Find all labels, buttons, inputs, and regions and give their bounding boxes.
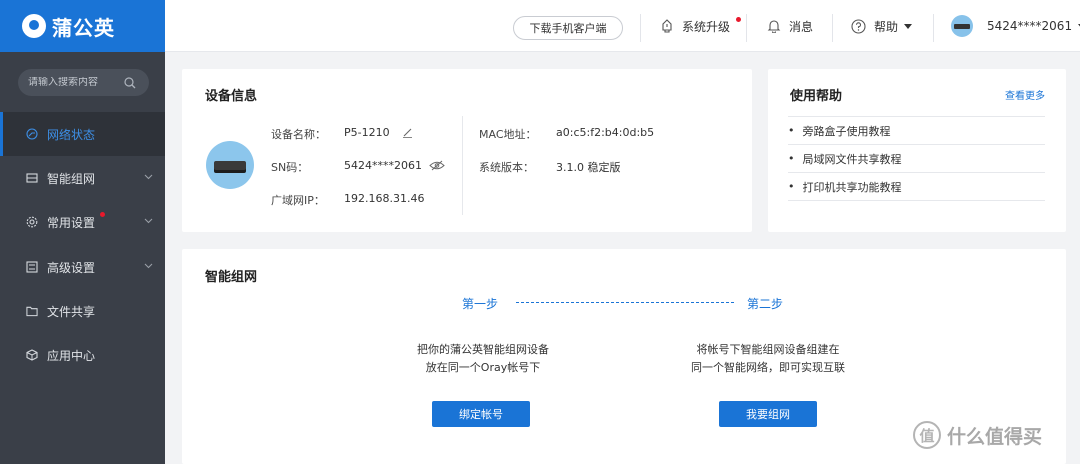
device-name-label: 设备名称： [271,128,326,141]
device-image [206,141,254,189]
version-value: 3.1.0 稳定版 [556,161,621,174]
smart-network-title: 智能组网 [205,270,258,285]
version-label: 系统版本： [479,161,534,174]
device-info-card: 设备信息 设备名称： P5-1210 SN码： 5424****2061 广域网… [182,69,752,232]
divider [746,14,747,42]
help-title: 使用帮助 [790,89,843,104]
sidebar-item-app-center[interactable]: 应用中心 [0,333,165,377]
help-label: 帮助 [874,19,899,34]
top-bar: 下载手机客户端 系统升级 消息 帮助 5424****2061 [165,0,1080,52]
chevron-down-icon [144,263,153,269]
sn-value: 5424****2061 [344,159,422,172]
upgrade-label: 系统升级 [682,19,731,34]
step-one-label: 第一步 [462,297,499,311]
sidebar-item-label: 常用设置 [47,215,96,230]
divider [462,116,463,215]
avatar [951,15,973,37]
user-account-label: 5424****2061 [987,19,1073,33]
user-menu-button[interactable]: 5424****2061 [951,0,1080,52]
help-card: 使用帮助 查看更多 旁路盒子使用教程 局域网文件共享教程 打印机共享功能教程 [768,69,1066,232]
help-link-lan-file-sharing[interactable]: 局域网文件共享教程 [788,145,1045,173]
messages-button[interactable]: 消息 [767,0,813,52]
brand-logo[interactable]: 蒲公英 [0,0,165,52]
eye-hidden-icon[interactable] [429,160,445,171]
step-two-line-2: 同一个智能网络，即可实现互联 [691,361,845,374]
wan-ip-value: 192.168.31.46 [344,192,425,205]
upgrade-icon [662,19,672,33]
sidebar-item-label: 应用中心 [47,348,96,363]
bind-account-button[interactable]: 绑定帐号 [432,401,530,427]
chevron-down-icon [904,23,913,29]
watermark-logo-icon: 值 [913,421,941,449]
advanced-settings-icon [26,261,38,273]
sidebar-item-file-sharing[interactable]: 文件共享 [0,289,165,333]
sidebar-item-network-status[interactable]: 网络状态 [0,112,165,156]
sidebar-item-mesh-network[interactable]: 智能组网 [0,156,165,200]
wan-ip-label: 广域网IP： [271,194,325,207]
step-two-label: 第二步 [747,297,784,311]
question-circle-icon [851,18,866,34]
step-connector-line [516,302,734,303]
logo-icon [22,14,46,38]
help-link-printer-sharing[interactable]: 打印机共享功能教程 [788,173,1045,201]
divider [933,14,934,42]
watermark: 值 什么值得买 [913,421,1042,449]
step-one-line-2: 放在同一个Oray帐号下 [425,361,541,374]
chevron-down-icon [144,174,153,180]
download-app-button[interactable]: 下载手机客户端 [513,16,623,40]
sidebar: 网络状态 智能组网 常用设置 高级设置 文件共享 应用中心 [0,52,165,464]
edit-icon[interactable] [402,127,413,138]
search-box[interactable] [18,69,149,96]
sidebar-item-label: 高级设置 [47,260,96,275]
start-network-button[interactable]: 我要组网 [719,401,817,427]
watermark-text: 什么值得买 [947,425,1043,448]
sidebar-item-label: 网络状态 [47,127,96,142]
view-more-link[interactable]: 查看更多 [1005,87,1045,102]
brand-name: 蒲公英 [52,15,115,40]
sidebar-item-label: 智能组网 [47,171,96,186]
search-icon[interactable] [124,76,136,89]
system-upgrade-button[interactable]: 系统升级 [660,0,741,52]
upgrade-notification-dot [736,17,741,22]
sidebar-item-common-settings[interactable]: 常用设置 [0,200,165,244]
gear-icon [26,216,38,228]
device-name-value: P5-1210 [344,126,390,139]
mac-value: a0:c5:f2:b4:0d:b5 [556,126,655,139]
help-link-bypass-box[interactable]: 旁路盒子使用教程 [788,117,1045,145]
mesh-icon [26,173,38,183]
mac-label: MAC地址： [479,128,537,141]
step-two-description: 将帐号下智能组网设备组建在 同一个智能网络，即可实现互联 [668,341,868,377]
app-center-icon [26,349,38,361]
step-one-description: 把你的蒲公英智能组网设备 放在同一个Oray帐号下 [383,341,583,377]
network-icon [26,128,38,140]
sidebar-item-advanced-settings[interactable]: 高级设置 [0,245,165,289]
sn-label: SN码： [271,161,309,174]
folder-share-icon [26,306,38,317]
bell-icon [767,20,781,33]
step-two-line-1: 将帐号下智能组网设备组建在 [696,343,840,356]
settings-notification-dot [100,212,105,217]
step-one-line-1: 把你的蒲公英智能组网设备 [417,343,549,356]
messages-label: 消息 [789,19,814,34]
divider [640,14,641,42]
search-input[interactable] [28,77,124,88]
chevron-down-icon [144,218,153,224]
divider [832,14,833,42]
help-menu-button[interactable]: 帮助 [851,0,913,52]
device-info-title: 设备信息 [205,89,258,104]
sidebar-item-label: 文件共享 [47,304,96,319]
